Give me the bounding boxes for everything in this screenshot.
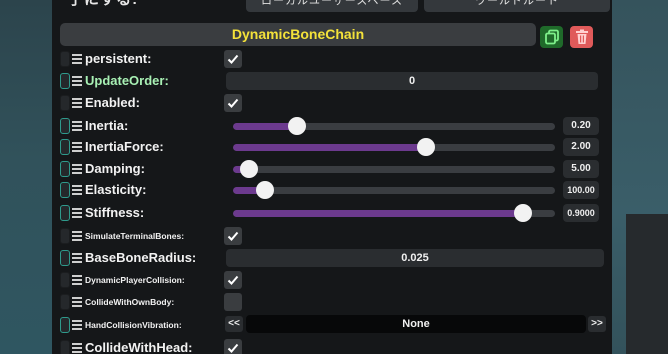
field-label: Inertia: — [85, 118, 129, 133]
collide-with-head-checkbox[interactable] — [224, 339, 242, 354]
field-drag-handle[interactable] — [60, 95, 70, 111]
field-label: Elasticity: — [85, 182, 147, 197]
inertia-slider-knob[interactable] — [288, 117, 307, 135]
field-label: Stiffness: — [85, 205, 145, 220]
field-row-collide-with-own-body: CollideWithOwnBody: — [60, 292, 608, 312]
field-drag-handle[interactable] — [60, 205, 70, 221]
menu-icon[interactable] — [72, 343, 82, 353]
field-drag-handle[interactable] — [60, 272, 70, 288]
damping-value-input[interactable]: 5.00 — [563, 160, 599, 178]
field-drag-handle[interactable] — [60, 139, 70, 155]
field-row-hand-collision-vibration: HandCollisionVibration: << None >> — [60, 315, 608, 335]
field-label: Enabled: — [85, 95, 140, 110]
field-row-inertia-force: InertiaForce: 2.00 — [60, 137, 608, 157]
stiffness-value-input[interactable]: 0.9000 — [563, 204, 599, 222]
menu-icon[interactable] — [72, 297, 82, 307]
parent-under-label: 子にする: — [68, 0, 138, 9]
checkmark-icon — [227, 275, 239, 285]
field-drag-handle[interactable] — [60, 294, 70, 310]
inertia-force-value-input[interactable]: 2.00 — [563, 138, 599, 156]
slider-fill — [233, 210, 523, 217]
menu-icon[interactable] — [72, 231, 82, 241]
field-row-elasticity: Elasticity: 100.00 — [60, 180, 608, 200]
menu-icon[interactable] — [72, 121, 82, 131]
field-drag-handle[interactable] — [60, 317, 70, 333]
field-label: CollideWithHead: — [85, 340, 193, 354]
elasticity-slider-knob[interactable] — [256, 181, 275, 199]
collide-with-own-body-checkbox[interactable] — [224, 293, 242, 311]
menu-icon[interactable] — [72, 164, 82, 174]
damping-slider-track[interactable] — [233, 166, 555, 173]
field-row-simulate-terminal-bones: SimulateTerminalBones: — [60, 226, 608, 246]
component-header[interactable]: DynamicBoneChain — [60, 23, 536, 46]
local-user-space-button[interactable]: ローカルユーザースペース — [246, 0, 418, 12]
persistent-checkbox[interactable] — [224, 50, 242, 68]
duplicate-icon — [544, 29, 559, 45]
checkmark-icon — [227, 343, 239, 353]
field-drag-handle[interactable] — [60, 340, 70, 354]
enum-next-button[interactable]: >> — [588, 316, 606, 332]
field-label: HandCollisionVibration: — [85, 320, 182, 330]
duplicate-component-button[interactable] — [540, 26, 563, 48]
field-row-collide-with-head: CollideWithHead: — [60, 338, 608, 354]
menu-icon[interactable] — [72, 98, 82, 108]
menu-icon[interactable] — [72, 185, 82, 195]
elasticity-slider-track[interactable] — [233, 187, 555, 194]
menu-icon[interactable] — [72, 54, 82, 64]
scene-background-left — [0, 0, 52, 354]
inertia-force-slider-track[interactable] — [233, 144, 555, 151]
field-drag-handle[interactable] — [60, 51, 70, 67]
field-label: InertiaForce: — [85, 139, 164, 154]
field-label: DynamicPlayerCollision: — [85, 275, 185, 285]
field-label: persistent: — [85, 51, 152, 66]
field-drag-handle[interactable] — [60, 182, 70, 198]
checkmark-icon — [227, 98, 239, 108]
stiffness-slider-knob[interactable] — [513, 204, 532, 222]
field-row-persistent: persistent: — [60, 49, 608, 69]
field-drag-handle[interactable] — [60, 250, 70, 266]
field-row-update-order: UpdateOrder: 0 — [60, 71, 608, 91]
base-bone-radius-input[interactable]: 0.025 — [226, 249, 604, 267]
field-drag-handle[interactable] — [60, 73, 70, 89]
trash-icon — [575, 29, 588, 44]
menu-icon[interactable] — [72, 253, 82, 263]
slider-fill — [233, 144, 427, 151]
menu-icon[interactable] — [72, 320, 82, 330]
field-label: CollideWithOwnBody: — [85, 297, 175, 307]
field-row-enabled: Enabled: — [60, 93, 608, 113]
field-row-inertia: Inertia: 0.20 — [60, 116, 608, 136]
field-label: BaseBoneRadius: — [85, 250, 197, 265]
field-row-base-bone-radius: BaseBoneRadius: 0.025 — [60, 248, 608, 268]
world-root-button[interactable]: ワールドルート — [424, 0, 610, 12]
menu-icon[interactable] — [72, 142, 82, 152]
damping-slider-knob[interactable] — [240, 160, 259, 178]
inertia-value-input[interactable]: 0.20 — [563, 117, 599, 135]
enabled-checkbox[interactable] — [224, 94, 242, 112]
scene-background-object — [626, 214, 668, 354]
field-label: UpdateOrder: — [85, 73, 169, 88]
stiffness-slider-track[interactable] — [233, 210, 555, 217]
menu-icon[interactable] — [72, 208, 82, 218]
dynamic-player-collision-checkbox[interactable] — [224, 271, 242, 289]
menu-icon[interactable] — [72, 76, 82, 86]
hand-collision-vibration-value: None — [246, 315, 586, 333]
field-drag-handle[interactable] — [60, 118, 70, 134]
checkmark-icon — [227, 54, 239, 64]
simulate-terminal-bones-checkbox[interactable] — [224, 227, 242, 245]
inertia-force-slider-knob[interactable] — [417, 138, 436, 156]
elasticity-value-input[interactable]: 100.00 — [563, 181, 599, 199]
inertia-slider-track[interactable] — [233, 123, 555, 130]
field-drag-handle[interactable] — [60, 161, 70, 177]
delete-component-button[interactable] — [570, 26, 593, 48]
field-row-dynamic-player-collision: DynamicPlayerCollision: — [60, 270, 608, 290]
menu-icon[interactable] — [72, 275, 82, 285]
update-order-input[interactable]: 0 — [226, 72, 598, 90]
field-drag-handle[interactable] — [60, 228, 70, 244]
checkmark-icon — [227, 231, 239, 241]
field-row-stiffness: Stiffness: 0.9000 — [60, 203, 608, 223]
field-label: Damping: — [85, 161, 145, 176]
field-row-damping: Damping: 5.00 — [60, 159, 608, 179]
field-label: SimulateTerminalBones: — [85, 231, 185, 241]
enum-previous-button[interactable]: << — [225, 316, 243, 332]
